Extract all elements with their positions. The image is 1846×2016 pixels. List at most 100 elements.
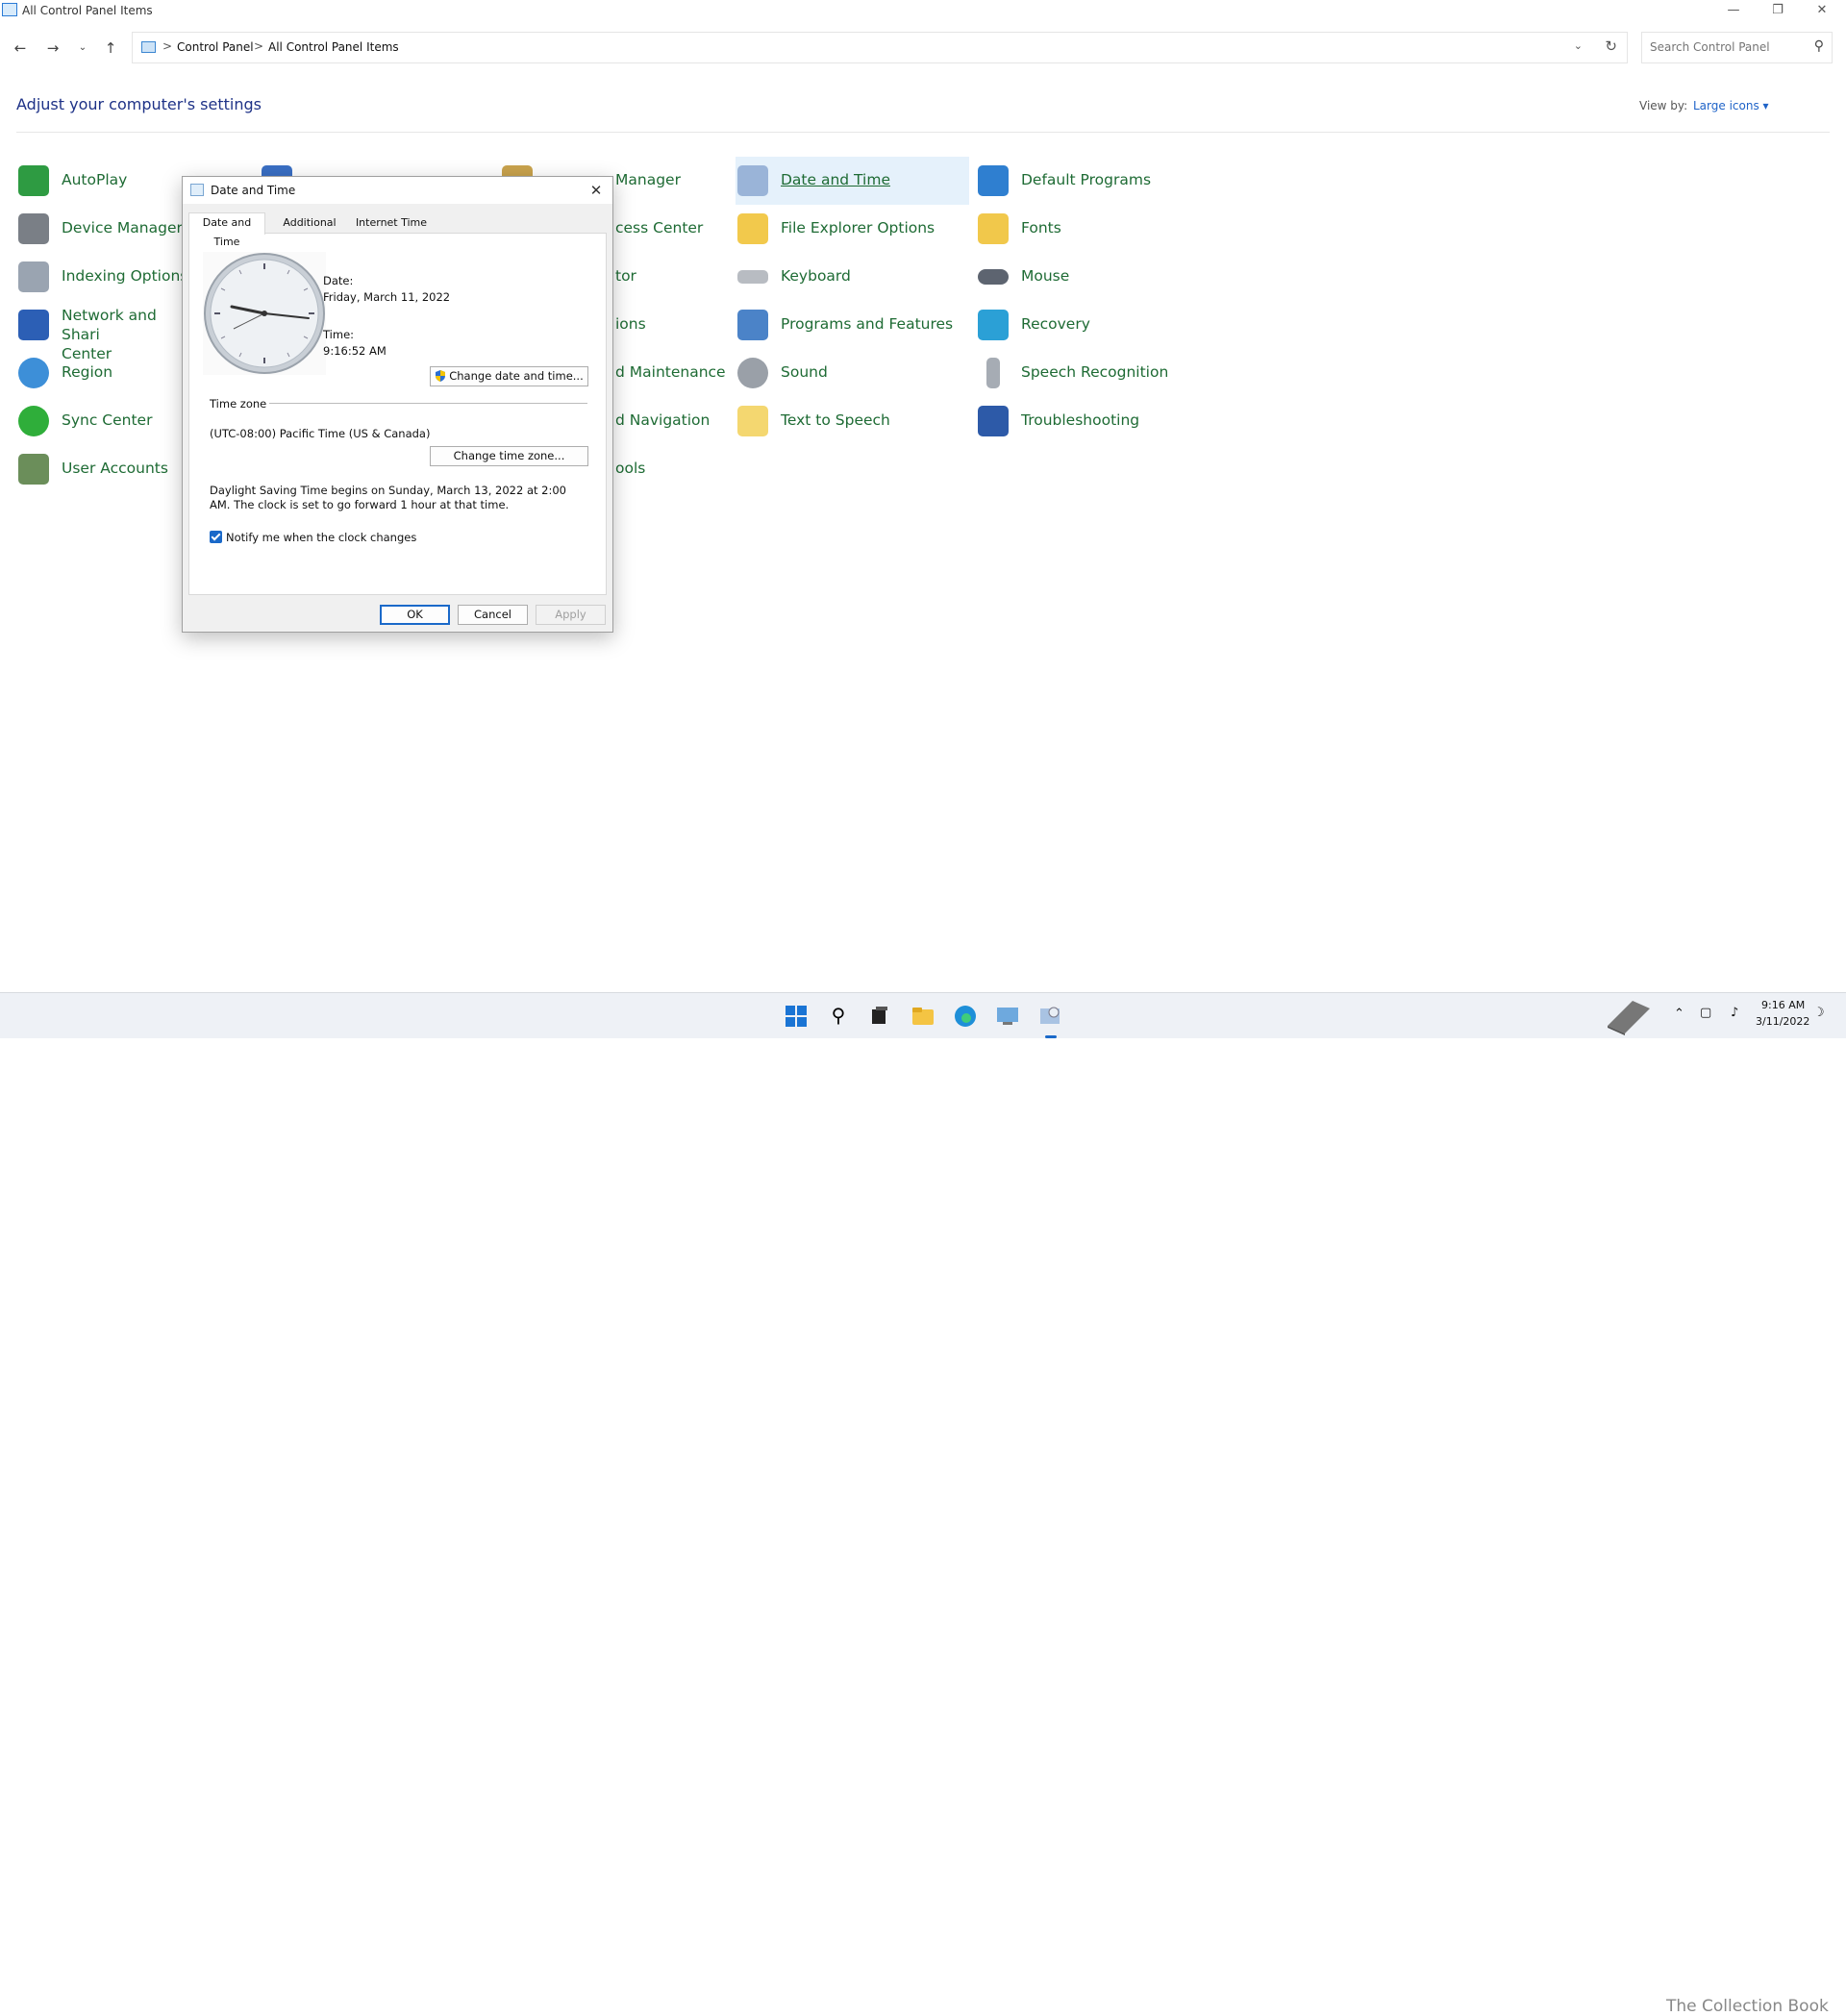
recent-locations-button[interactable]: ⌄ [70, 37, 95, 60]
programs-icon [737, 310, 768, 340]
watermark-text: The Collection Book [1666, 1997, 1829, 2016]
dialog-titlebar[interactable]: Date and Time ✕ [183, 177, 612, 204]
default-programs-icon [978, 165, 1009, 196]
time-label: Time: [323, 328, 355, 341]
close-window-button[interactable]: ✕ [1800, 0, 1844, 23]
date-time-dialog-icon [190, 184, 204, 196]
item-mouse[interactable]: Mouse [976, 253, 1207, 301]
back-button[interactable]: ← [8, 37, 33, 60]
view-by-dropdown[interactable]: Large icons ▾ [1693, 99, 1769, 112]
autoplay-icon [18, 165, 49, 196]
ok-button[interactable]: OK [380, 605, 450, 625]
edge-icon[interactable] [953, 1005, 978, 1028]
page-title: Adjust your computer's settings [16, 95, 262, 113]
folder-options-icon [737, 213, 768, 244]
item-network-sharing[interactable]: Network and Shari Center [16, 301, 182, 362]
cancel-button[interactable]: Cancel [458, 605, 528, 625]
time-value: 9:16:52 AM [323, 344, 387, 358]
recovery-icon [978, 310, 1009, 340]
tab-panel-date-time: Date: Friday, March 11, 2022 Time: 9:16:… [188, 233, 607, 595]
date-value: Friday, March 11, 2022 [323, 290, 451, 304]
keyboard-icon [737, 270, 768, 284]
forward-button[interactable]: → [40, 37, 65, 60]
date-label: Date: [323, 274, 354, 287]
search-icon[interactable]: ⚲ [1814, 38, 1824, 54]
search-box[interactable]: ⚲ [1641, 32, 1833, 63]
tab-additional-clocks[interactable]: Additional Clocks [265, 212, 354, 248]
item-recovery[interactable]: Recovery [976, 301, 1207, 349]
timezone-heading: Time zone [210, 397, 267, 411]
tab-date-and-time[interactable]: Date and Time [188, 212, 265, 248]
network-tray-icon[interactable]: ▢ [1700, 1006, 1711, 1020]
control-panel-taskbar-icon[interactable] [995, 1005, 1020, 1028]
tab-internet-time[interactable]: Internet Time [354, 212, 429, 234]
dialog-title: Date and Time [211, 184, 296, 197]
start-icon[interactable] [784, 1005, 809, 1028]
clock-date[interactable]: 3/11/2022 [1756, 1015, 1809, 1028]
dst-info: Daylight Saving Time begins on Sunday, M… [210, 484, 566, 511]
item-date-and-time[interactable]: Date and Time [736, 157, 969, 205]
change-timezone-button[interactable]: Change time zone... [430, 446, 588, 466]
up-button[interactable]: ↑ [98, 37, 123, 60]
view-by-label: View by: [1639, 99, 1688, 112]
breadcrumb-separator: > [254, 39, 264, 53]
header-divider [16, 132, 1830, 133]
item-sound[interactable]: Sound [736, 349, 966, 397]
date-time-dialog[interactable]: Date and Time ✕ Date and Time Additional… [182, 176, 613, 633]
window-title: All Control Panel Items [22, 4, 153, 17]
minimize-button[interactable]: — [1711, 0, 1756, 23]
analog-clock-icon [203, 252, 326, 375]
breadcrumb-separator: > [162, 39, 173, 53]
item-fonts[interactable]: Fonts [976, 205, 1207, 253]
address-bar[interactable]: > Control Panel > All Control Panel Item… [132, 32, 1628, 63]
taskbar: ⚲ The Collection Book ⌃ ▢ ♪ 9:16 AM 3/11… [0, 992, 1846, 2016]
text-to-speech-icon [737, 406, 768, 436]
address-dropdown-icon[interactable]: ⌄ [1574, 39, 1583, 52]
device-manager-icon [18, 213, 49, 244]
item-programs-features[interactable]: Programs and Features [736, 301, 966, 349]
date-time-icon [737, 165, 768, 196]
item-keyboard[interactable]: Keyboard [736, 253, 966, 301]
change-date-time-label: Change date and time... [449, 369, 584, 383]
restore-button[interactable]: ❐ [1756, 0, 1800, 23]
item-troubleshooting[interactable]: Troubleshooting [976, 397, 1207, 445]
timezone-divider [269, 403, 587, 404]
date-time-taskbar-icon[interactable] [1037, 1005, 1062, 1028]
book-logo-icon [1604, 997, 1654, 1039]
user-accounts-icon [18, 454, 49, 485]
fonts-icon [978, 213, 1009, 244]
indexing-icon [18, 261, 49, 292]
notifications-icon[interactable]: ☽ [1813, 1006, 1825, 1020]
region-icon [18, 358, 49, 388]
network-icon [18, 310, 49, 340]
tray-overflow-icon[interactable]: ⌃ [1674, 1007, 1684, 1021]
task-view-icon[interactable] [867, 1005, 892, 1028]
sound-icon [737, 358, 768, 388]
search-input[interactable] [1648, 39, 1802, 55]
window-titlebar: All Control Panel Items — ❐ ✕ [0, 0, 1846, 23]
clock-time[interactable]: 9:16 AM [1761, 999, 1805, 1011]
uac-shield-icon [435, 369, 446, 382]
troubleshooting-icon [978, 406, 1009, 436]
control-panel-icon [2, 3, 17, 16]
change-date-time-button[interactable]: Change date and time... [430, 366, 588, 386]
file-explorer-icon[interactable] [911, 1005, 935, 1028]
item-text-to-speech[interactable]: Text to Speech [736, 397, 966, 445]
volume-tray-icon[interactable]: ♪ [1731, 1006, 1738, 1020]
item-file-explorer-options[interactable]: File Explorer Options [736, 205, 966, 253]
notify-checkbox[interactable] [210, 531, 222, 543]
breadcrumb-control-panel[interactable]: Control Panel [177, 40, 254, 54]
control-panel-location-icon [141, 41, 156, 53]
search-taskbar-icon[interactable]: ⚲ [826, 1005, 851, 1028]
microphone-icon [986, 358, 1000, 388]
breadcrumb-all-items[interactable]: All Control Panel Items [268, 40, 399, 54]
item-speech-recognition[interactable]: Speech Recognition [976, 349, 1207, 397]
apply-button[interactable]: Apply [536, 605, 606, 625]
item-default-programs[interactable]: Default Programs [976, 157, 1207, 205]
sync-icon [18, 406, 49, 436]
timezone-value: (UTC-08:00) Pacific Time (US & Canada) [210, 427, 431, 440]
notify-label[interactable]: Notify me when the clock changes [226, 531, 416, 544]
close-icon[interactable]: ✕ [586, 180, 607, 201]
refresh-icon[interactable]: ↻ [1605, 37, 1617, 55]
mouse-icon [978, 269, 1009, 285]
